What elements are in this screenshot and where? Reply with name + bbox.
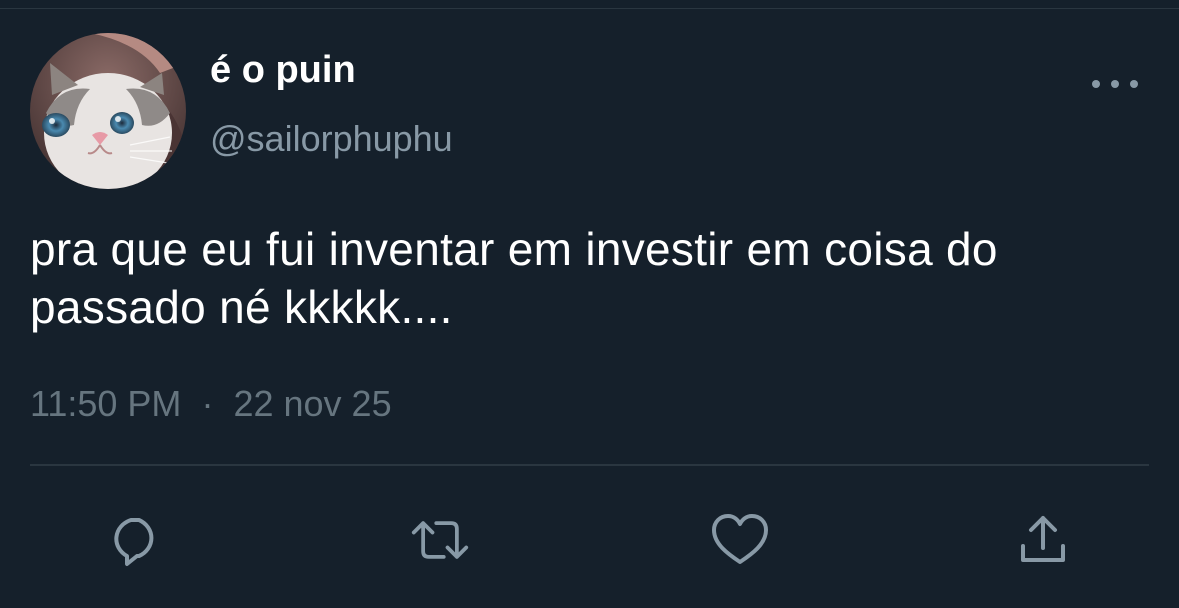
action-divider: [30, 464, 1149, 466]
more-dots-icon[interactable]: [1092, 72, 1138, 96]
avatar[interactable]: [30, 33, 186, 189]
top-divider: [0, 8, 1179, 9]
share-icon: [1021, 516, 1065, 562]
display-name[interactable]: é o puin: [210, 48, 356, 92]
like-button[interactable]: [710, 510, 770, 570]
tweet-time[interactable]: 11:50 PM: [30, 383, 181, 424]
reply-button[interactable]: [105, 510, 165, 570]
dot: [1111, 80, 1119, 88]
tweet-card: é o puin @sailorphuphu pra que eu fui in…: [0, 0, 1179, 608]
user-handle[interactable]: @sailorphuphu: [210, 117, 453, 161]
tweet-date[interactable]: 22 nov 25: [233, 383, 391, 424]
cat-avatar-image: [30, 33, 186, 189]
heart-icon: [712, 514, 768, 564]
retweet-button[interactable]: [410, 510, 470, 570]
share-button[interactable]: [1013, 510, 1073, 570]
retweet-icon: [411, 521, 469, 559]
dot: [1130, 80, 1138, 88]
tweet-text: pra que eu fui inventar em investir em c…: [30, 223, 998, 333]
meta-separator: ·: [201, 383, 214, 424]
tweet-meta: 11:50 PM · 22 nov 25: [30, 382, 392, 426]
dot: [1092, 80, 1100, 88]
reply-icon: [114, 518, 154, 566]
